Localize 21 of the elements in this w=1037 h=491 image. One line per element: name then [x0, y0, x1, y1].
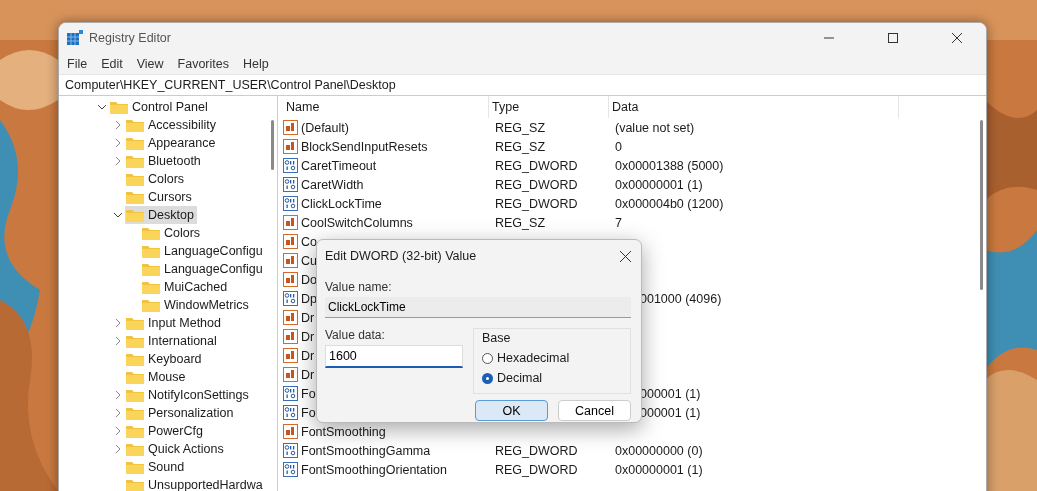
table-cell-text: 7 — [614, 215, 623, 230]
field-label: Value name: — [325, 280, 393, 294]
table-cell-text: 0x00000001 (1) — [614, 462, 704, 477]
table-cell-text: REG_SZ — [494, 120, 546, 135]
table-cell-text: REG_DWORD — [494, 158, 579, 173]
table-cell-text: REG_DWORD — [494, 462, 579, 477]
table-cell-text: 0 — [614, 139, 623, 154]
table-cell-text: 0x00001388 (5000) — [614, 158, 725, 173]
table-cell-text: REG_SZ — [494, 139, 546, 154]
window-title: Registry Editor — [89, 31, 172, 45]
dialog-title: Edit DWORD (32-bit) Value — [325, 249, 477, 263]
group-label: Base — [482, 331, 512, 345]
table-cell-text: 0x00000001 (1) — [614, 177, 704, 192]
table-cell-text: (value not set) — [614, 120, 696, 135]
table-cell-text: REG_DWORD — [494, 196, 579, 211]
table-cell-text: REG_DWORD — [494, 443, 579, 458]
table-cell-text: 0x000004b0 (1200) — [614, 196, 725, 211]
table-cell-text: REG_DWORD — [494, 177, 579, 192]
field-label: Value data: — [325, 328, 386, 342]
table-cell-text: REG_SZ — [494, 215, 546, 230]
table-cell-text: 0x00000000 (0) — [614, 443, 704, 458]
